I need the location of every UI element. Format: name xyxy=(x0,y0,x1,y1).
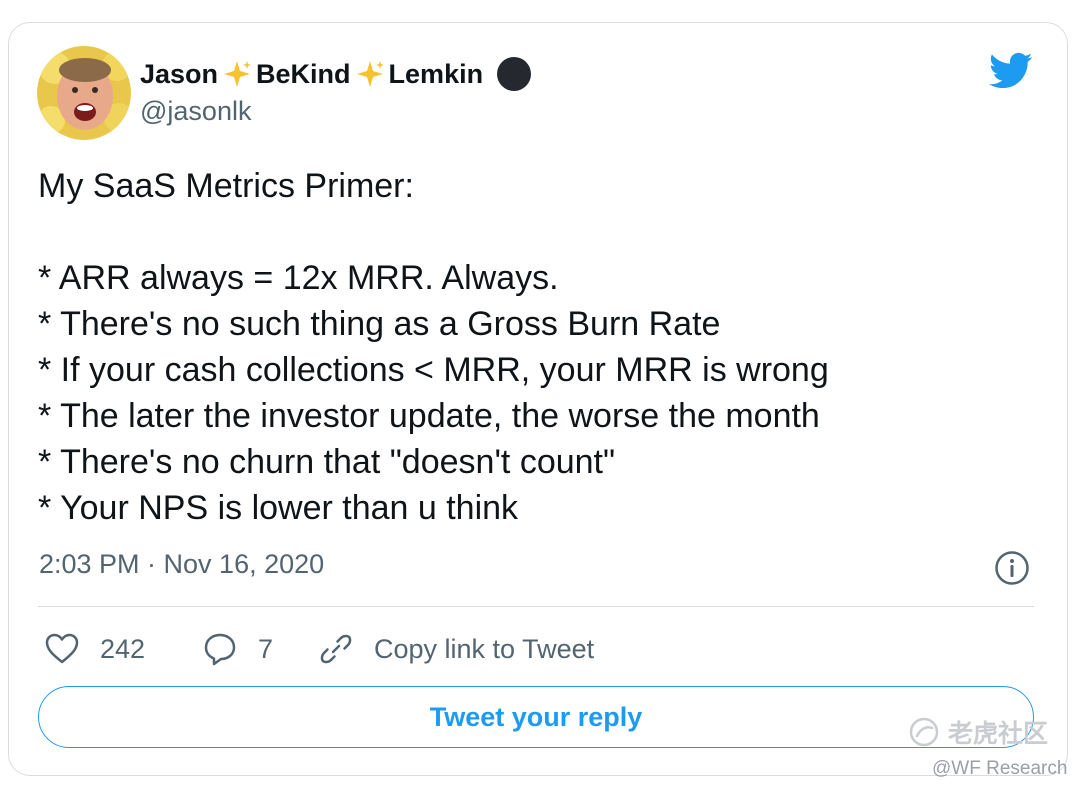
tweet-text: My SaaS Metrics Primer: * ARR always = 1… xyxy=(38,163,998,531)
tweet-title: My SaaS Metrics Primer: xyxy=(38,167,414,205)
copy-link-label: Copy link to Tweet xyxy=(374,633,595,664)
author-handle[interactable]: @jasonlk xyxy=(140,96,251,127)
like-button[interactable]: 242 xyxy=(44,628,145,670)
author-name[interactable]: Jason BeKind Lemkin xyxy=(140,56,532,92)
sparkle-icon xyxy=(224,61,252,87)
author-last-name: Lemkin xyxy=(388,58,484,89)
tweet-your-reply-button[interactable]: Tweet your reply xyxy=(38,686,1034,748)
heart-icon xyxy=(45,633,79,664)
reply-icon xyxy=(204,633,236,666)
verified-dot-icon xyxy=(497,57,532,91)
info-icon[interactable] xyxy=(994,550,1030,586)
divider xyxy=(38,606,1034,607)
reply-count: 7 xyxy=(258,633,274,664)
tweet-bullet: * ARR always = 12x MRR. Always. xyxy=(38,259,559,297)
tweet-bullet: * If your cash collections < MRR, your M… xyxy=(38,351,829,389)
twitter-bird-icon[interactable] xyxy=(989,52,1033,90)
author-middle-name: BeKind xyxy=(256,58,351,89)
tweet-bullet: * There's no churn that "doesn't count" xyxy=(38,443,616,481)
tweet-bullet: * Your NPS is lower than u think xyxy=(38,489,519,527)
avatar[interactable] xyxy=(37,46,131,140)
reply-count-button[interactable]: 7 xyxy=(202,628,273,670)
tweet-bullet: * There's no such thing as a Gross Burn … xyxy=(38,305,721,343)
watermark-source: @WF Research xyxy=(932,758,1068,779)
watermark-logo-icon xyxy=(909,717,939,747)
copy-link-button[interactable]: Copy link to Tweet xyxy=(318,628,594,670)
tweet-bullet: * The later the investor update, the wor… xyxy=(38,397,820,435)
watermark-community-text: 老虎社区 xyxy=(948,720,1049,748)
sparkle-icon xyxy=(356,61,384,87)
watermark-community: 老虎社区 xyxy=(908,714,1048,750)
tweet-timestamp[interactable]: 2:03 PM · Nov 16, 2020 xyxy=(39,549,324,580)
link-icon xyxy=(320,634,352,664)
author-first-name: Jason xyxy=(140,58,219,89)
like-count: 242 xyxy=(100,633,146,664)
